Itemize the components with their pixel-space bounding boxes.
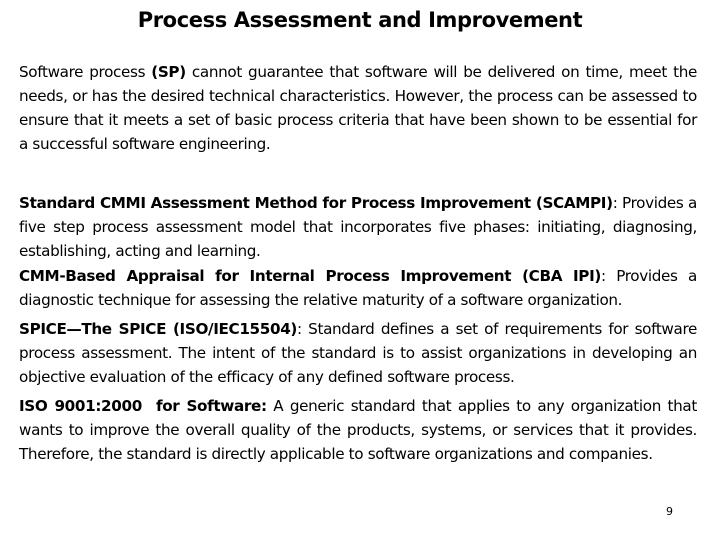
standard-term: SPICE—The SPICE (ISO/IEC15504): [19, 320, 298, 338]
standard-item-scampi: Standard CMMI Assessment Method for Proc…: [19, 191, 697, 263]
page-number: 9: [666, 505, 673, 518]
standard-term: CMM-Based Appraisal for Internal Process…: [19, 267, 601, 285]
standard-term: ISO 9001:2000 for Software:: [19, 397, 267, 415]
intro-paragraph: Software process (SP) cannot guarantee t…: [19, 60, 697, 156]
intro-text-pre: Software process: [19, 63, 152, 81]
slide-title: Process Assessment and Improvement: [137, 8, 583, 32]
standard-term: Standard CMMI Assessment Method for Proc…: [19, 194, 613, 212]
intro-text-bold: (SP): [151, 63, 186, 81]
standard-item-spice: SPICE—The SPICE (ISO/IEC15504): Standard…: [19, 317, 697, 389]
standard-item-cba-ipi: CMM-Based Appraisal for Internal Process…: [19, 264, 697, 312]
standard-item-iso-9001: ISO 9001:2000 for Software: A generic st…: [19, 394, 697, 466]
